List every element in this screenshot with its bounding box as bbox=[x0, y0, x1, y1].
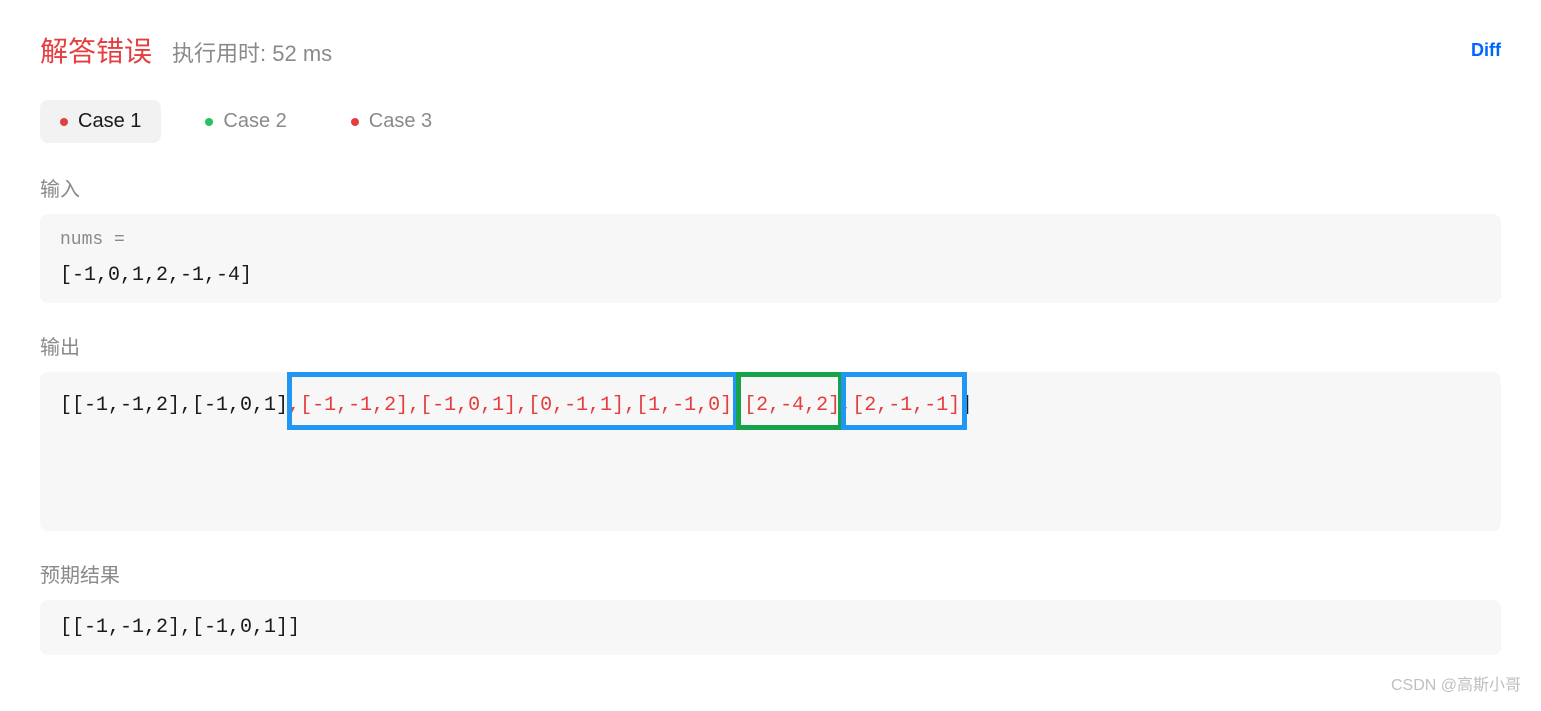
case-tabs: Case 1 Case 2 Case 3 bbox=[40, 100, 1501, 143]
input-box: nums = [-1,0,1,2,-1,-4] bbox=[40, 214, 1501, 303]
diff-link[interactable]: Diff bbox=[1471, 40, 1501, 61]
tab-label: Case 1 bbox=[78, 110, 141, 133]
output-section-label: 输出 bbox=[40, 331, 1501, 360]
expected-value: [[-1,-1,2],[-1,0,1]] bbox=[60, 616, 1481, 639]
input-param-label: nums = bbox=[60, 230, 1481, 250]
header-left: 解答错误 执行用时: 52 ms bbox=[40, 30, 332, 70]
output-diff-segment-2: [2,-4,2] bbox=[744, 394, 840, 417]
output-diff-segment-3: [2,-1,-1] bbox=[852, 394, 960, 417]
output-comma: , bbox=[732, 394, 744, 417]
input-section-label: 输入 bbox=[40, 173, 1501, 202]
tab-case-1[interactable]: Case 1 bbox=[40, 100, 161, 143]
output-diff-segment-1: [-1,-1,2],[-1,0,1],[0,-1,1],[1,-1,0] bbox=[300, 394, 732, 417]
status-dot-icon bbox=[205, 118, 213, 126]
output-box: [[-1,-1,2],[-1,0,1],[-1,-1,2],[-1,0,1],[… bbox=[40, 372, 1501, 531]
result-title: 解答错误 bbox=[40, 30, 152, 70]
status-dot-icon bbox=[60, 118, 68, 126]
status-dot-icon bbox=[351, 118, 359, 126]
output-prefix: [[-1,-1,2],[-1,0,1] bbox=[60, 394, 288, 417]
tab-label: Case 2 bbox=[223, 110, 286, 133]
output-suffix: ] bbox=[960, 394, 972, 417]
tab-label: Case 3 bbox=[369, 110, 432, 133]
tab-case-3[interactable]: Case 3 bbox=[331, 100, 452, 143]
input-value: [-1,0,1,2,-1,-4] bbox=[60, 264, 1481, 287]
result-header: 解答错误 执行用时: 52 ms Diff bbox=[40, 30, 1501, 70]
expected-box: [[-1,-1,2],[-1,0,1]] bbox=[40, 600, 1501, 655]
output-comma: , bbox=[840, 394, 852, 417]
expected-section-label: 预期结果 bbox=[40, 559, 1501, 588]
output-comma: , bbox=[288, 394, 300, 417]
watermark: CSDN @高斯小哥 bbox=[1391, 671, 1521, 695]
tab-case-2[interactable]: Case 2 bbox=[185, 100, 306, 143]
runtime-text: 执行用时: 52 ms bbox=[172, 36, 332, 68]
